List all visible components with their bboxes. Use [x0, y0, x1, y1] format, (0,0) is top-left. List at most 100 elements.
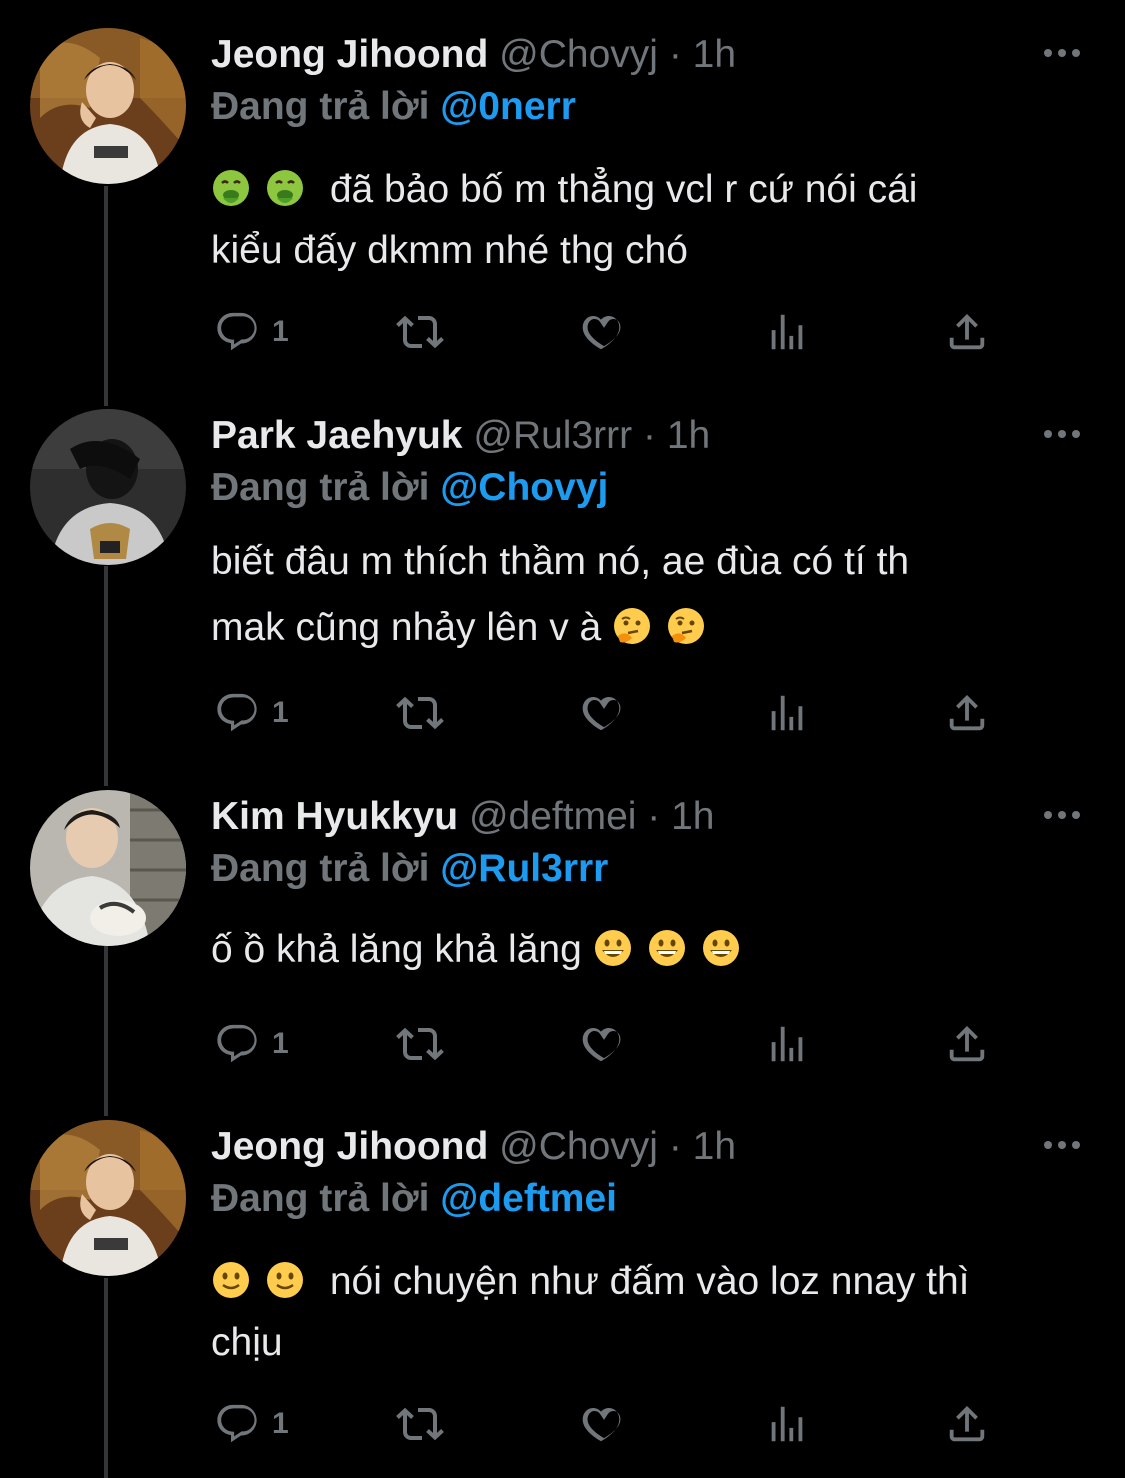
share-icon [949, 694, 985, 731]
tweet-text-content: ố ồ khả lăng khả lăng [211, 928, 582, 971]
slightly-smiling-face-icon [265, 1260, 305, 1315]
user-handle[interactable]: @deftmei [469, 795, 636, 838]
reply-icon [217, 1404, 257, 1443]
tweet-text-line: nói chuyện như đấm vào loz nnay thì [211, 1254, 1091, 1315]
tweet-text-content: mak cũng nhảy lên v à [211, 606, 602, 649]
tweet[interactable]: Jeong Jihoond @Chovyj · 1h Đang trả lời … [0, 0, 1125, 380]
user-handle[interactable]: @Chovyj [499, 1125, 658, 1168]
timestamp[interactable]: 1h [693, 1125, 736, 1168]
views-button[interactable] [764, 685, 810, 741]
more-options-icon[interactable] [1040, 419, 1084, 449]
tweet-text-line: mak cũng nhảy lên v à [211, 595, 1091, 667]
like-button[interactable] [580, 304, 628, 360]
reply-button[interactable]: 1 [214, 1016, 289, 1072]
thinking-face-icon [612, 601, 652, 667]
tweet[interactable]: Jeong Jihoond @Chovyj · 1h Đang trả lời … [0, 1092, 1125, 1472]
tweet-text: nói chuyện như đấm vào loz nnay thì chịu [211, 1254, 1091, 1371]
avatar[interactable] [30, 28, 186, 184]
reply-button[interactable]: 1 [214, 685, 289, 741]
tweet[interactable]: Park Jaehyuk @Rul3rrr · 1h Đang trả lời … [0, 381, 1125, 761]
tweet-actions: 1 [0, 1396, 1125, 1456]
nauseated-face-icon [211, 168, 251, 223]
tweet-text: đã bảo bố m thẳng vcl r cứ nói cái kiểu … [211, 162, 1091, 279]
analytics-icon [771, 1026, 803, 1062]
tweet-text-content: nói chuyện như đấm vào loz nnay thì [329, 1260, 970, 1303]
tweet-actions: 1 [0, 304, 1125, 364]
tweet-text-line: biết đâu m thích thầm nó, ae đùa có tí t… [211, 540, 910, 583]
share-button[interactable] [944, 304, 990, 360]
tweet[interactable]: Kim Hyukkyu @deftmei · 1h Đang trả lời @… [0, 762, 1125, 1142]
retweet-button[interactable] [396, 1016, 444, 1072]
reply-mention-link[interactable]: @Chovyj [440, 466, 608, 509]
avatar[interactable] [30, 790, 186, 946]
tweet-text-line: chịu [211, 1321, 283, 1365]
avatar[interactable] [30, 409, 186, 565]
slightly-smiling-face-icon [211, 1260, 251, 1315]
display-name[interactable]: Kim Hyukkyu [211, 795, 458, 838]
retweet-icon [396, 1027, 444, 1061]
views-button[interactable] [764, 1016, 810, 1072]
share-icon [949, 1405, 985, 1442]
replying-to: Đang trả lời @0nerr [211, 82, 576, 132]
share-button[interactable] [944, 1396, 990, 1452]
more-options-icon[interactable] [1040, 38, 1084, 68]
retweet-icon [396, 696, 444, 730]
replying-to-label: Đang trả lời [211, 847, 430, 890]
heart-icon [582, 316, 621, 350]
reply-count: 1 [272, 696, 289, 729]
timestamp[interactable]: 1h [693, 33, 736, 76]
tweet-header: Jeong Jihoond @Chovyj · 1h [211, 30, 736, 80]
reply-button[interactable]: 1 [214, 1396, 289, 1452]
share-button[interactable] [944, 1016, 990, 1072]
retweet-button[interactable] [396, 685, 444, 741]
user-handle[interactable]: @Chovyj [499, 33, 658, 76]
separator-dot: · [647, 795, 661, 838]
analytics-icon [771, 695, 803, 731]
replying-to: Đang trả lời @Rul3rrr [211, 844, 608, 894]
reply-mention-link[interactable]: @deftmei [440, 1177, 617, 1220]
thinking-face-icon [666, 601, 706, 667]
timestamp[interactable]: 1h [671, 795, 714, 838]
views-button[interactable] [764, 304, 810, 360]
separator-dot: · [668, 33, 682, 76]
avatar[interactable] [30, 1120, 186, 1276]
grinning-face-icon [647, 928, 687, 983]
tweet-header: Kim Hyukkyu @deftmei · 1h [211, 792, 715, 842]
tweet-text: ố ồ khả lăng khả lăng [211, 922, 1091, 983]
reply-button[interactable]: 1 [214, 304, 289, 360]
views-button[interactable] [764, 1396, 810, 1452]
reply-icon [217, 1024, 257, 1063]
like-button[interactable] [580, 1396, 628, 1452]
more-options-icon[interactable] [1040, 1130, 1084, 1160]
replying-to: Đang trả lời @deftmei [211, 1174, 617, 1224]
user-handle[interactable]: @Rul3rrr [473, 414, 632, 457]
reply-mention-link[interactable]: @Rul3rrr [440, 847, 608, 890]
replying-to-label: Đang trả lời [211, 85, 430, 128]
more-options-icon[interactable] [1040, 800, 1084, 830]
tweet-header: Park Jaehyuk @Rul3rrr · 1h [211, 411, 710, 461]
tweet-text-line: đã bảo bố m thẳng vcl r cứ nói cái [211, 162, 1091, 223]
reply-mention-link[interactable]: @0nerr [440, 85, 576, 128]
retweet-icon [396, 1407, 444, 1441]
analytics-icon [771, 1406, 803, 1442]
reply-count: 1 [272, 315, 289, 348]
like-button[interactable] [580, 685, 628, 741]
reply-icon [217, 693, 257, 732]
display-name[interactable]: Park Jaehyuk [211, 414, 463, 457]
retweet-button[interactable] [396, 1396, 444, 1452]
display-name[interactable]: Jeong Jihoond [211, 33, 488, 76]
retweet-button[interactable] [396, 304, 444, 360]
tweet-actions: 1 [0, 1016, 1125, 1076]
share-icon [949, 1025, 985, 1062]
reply-count: 1 [272, 1407, 289, 1440]
tweet-actions: 1 [0, 685, 1125, 745]
share-button[interactable] [944, 685, 990, 741]
reply-icon [217, 312, 257, 351]
grinning-face-icon [701, 928, 741, 983]
share-icon [949, 313, 985, 350]
reply-count: 1 [272, 1027, 289, 1060]
timestamp[interactable]: 1h [667, 414, 710, 457]
heart-icon [582, 1028, 621, 1062]
display-name[interactable]: Jeong Jihoond [211, 1125, 488, 1168]
like-button[interactable] [580, 1016, 628, 1072]
